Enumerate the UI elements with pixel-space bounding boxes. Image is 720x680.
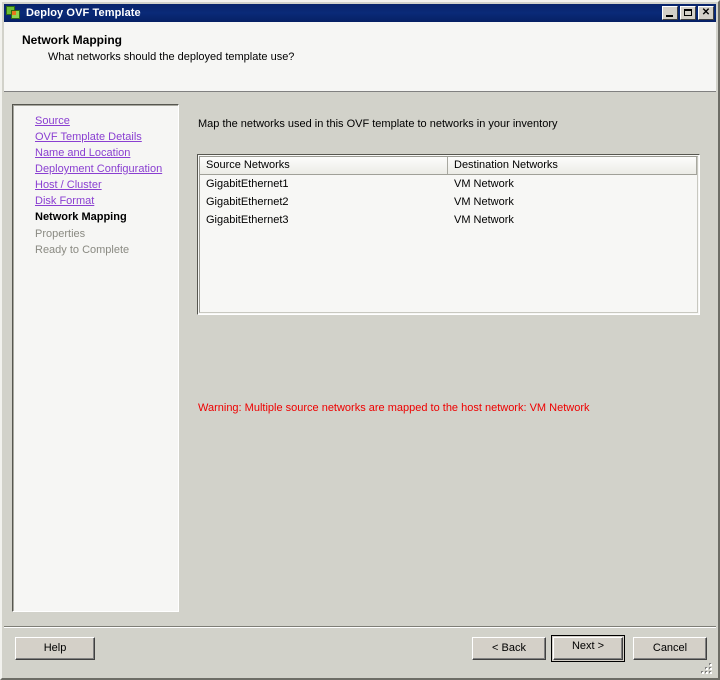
sidebar-item-disk-format[interactable]: Disk Format: [35, 195, 94, 208]
network-mapping-table[interactable]: Source Networks Destination Networks Gig…: [197, 154, 700, 315]
sidebar-item-network-mapping[interactable]: Network Mapping: [35, 211, 127, 224]
sidebar-item-ovf-template-details[interactable]: OVF Template Details: [35, 131, 142, 144]
dialog-body: Source OVF Template Details Name and Loc…: [4, 93, 716, 626]
resize-grip-icon[interactable]: [700, 662, 714, 676]
cell-destination-network[interactable]: VM Network: [448, 178, 697, 190]
cell-source-network: GigabitEthernet2: [206, 196, 289, 208]
window-title: Deploy OVF Template: [26, 7, 141, 19]
ovf-template-icon: [6, 5, 22, 21]
next-button[interactable]: Next >: [551, 635, 625, 662]
close-icon: ✕: [701, 7, 711, 18]
page-header: Network Mapping What networks should the…: [4, 22, 716, 92]
cancel-button[interactable]: Cancel: [633, 637, 707, 660]
cell-source-network: GigabitEthernet1: [206, 178, 289, 190]
footer-separator: [4, 626, 716, 628]
sidebar-item-name-and-location[interactable]: Name and Location: [35, 147, 130, 160]
sidebar-item-ready-to-complete: Ready to Complete: [35, 244, 130, 256]
network-mapping-description: Map the networks used in this OVF templa…: [198, 118, 558, 130]
title-bar[interactable]: Deploy OVF Template ✕: [4, 4, 716, 22]
dialog-footer: Help < Back Next > Cancel: [4, 629, 716, 678]
cell-destination-network[interactable]: VM Network: [448, 214, 697, 226]
sidebar-item-source[interactable]: Source: [35, 115, 70, 128]
window-controls: ✕: [662, 6, 714, 20]
warning-message: Warning: Multiple source networks are ma…: [198, 402, 590, 414]
table-row[interactable]: GigabitEthernet2 VM Network: [200, 193, 697, 211]
maximize-button[interactable]: [680, 6, 696, 20]
sidebar-item-properties: Properties: [35, 228, 86, 240]
cell-destination-network[interactable]: VM Network: [448, 196, 697, 208]
sidebar-item-deployment-configuration[interactable]: Deployment Configuration: [35, 163, 162, 176]
close-button[interactable]: ✕: [698, 6, 714, 20]
column-header-source-networks[interactable]: Source Networks: [200, 157, 448, 174]
wizard-steps-sidebar: Source OVF Template Details Name and Loc…: [12, 104, 179, 612]
page-subtitle: What networks should the deployed templa…: [48, 51, 295, 63]
table-row[interactable]: GigabitEthernet3 VM Network: [200, 211, 697, 229]
cell-source-network: GigabitEthernet3: [206, 214, 289, 226]
wizard-steps-list: Source OVF Template Details Name and Loc…: [15, 107, 176, 609]
table-header-row: Source Networks Destination Networks: [200, 157, 697, 175]
back-button[interactable]: < Back: [472, 637, 546, 660]
table-row[interactable]: GigabitEthernet1 VM Network: [200, 175, 697, 193]
deploy-ovf-template-dialog: Deploy OVF Template ✕ Network Mapping Wh…: [0, 0, 720, 680]
sidebar-item-host-cluster[interactable]: Host / Cluster: [35, 179, 102, 192]
page-title: Network Mapping: [22, 33, 123, 47]
main-panel: Map the networks used in this OVF templa…: [179, 93, 716, 626]
minimize-button[interactable]: [662, 6, 678, 20]
help-button[interactable]: Help: [15, 637, 95, 660]
next-button-label: Next >: [553, 637, 623, 660]
column-header-destination-networks[interactable]: Destination Networks: [448, 157, 697, 174]
